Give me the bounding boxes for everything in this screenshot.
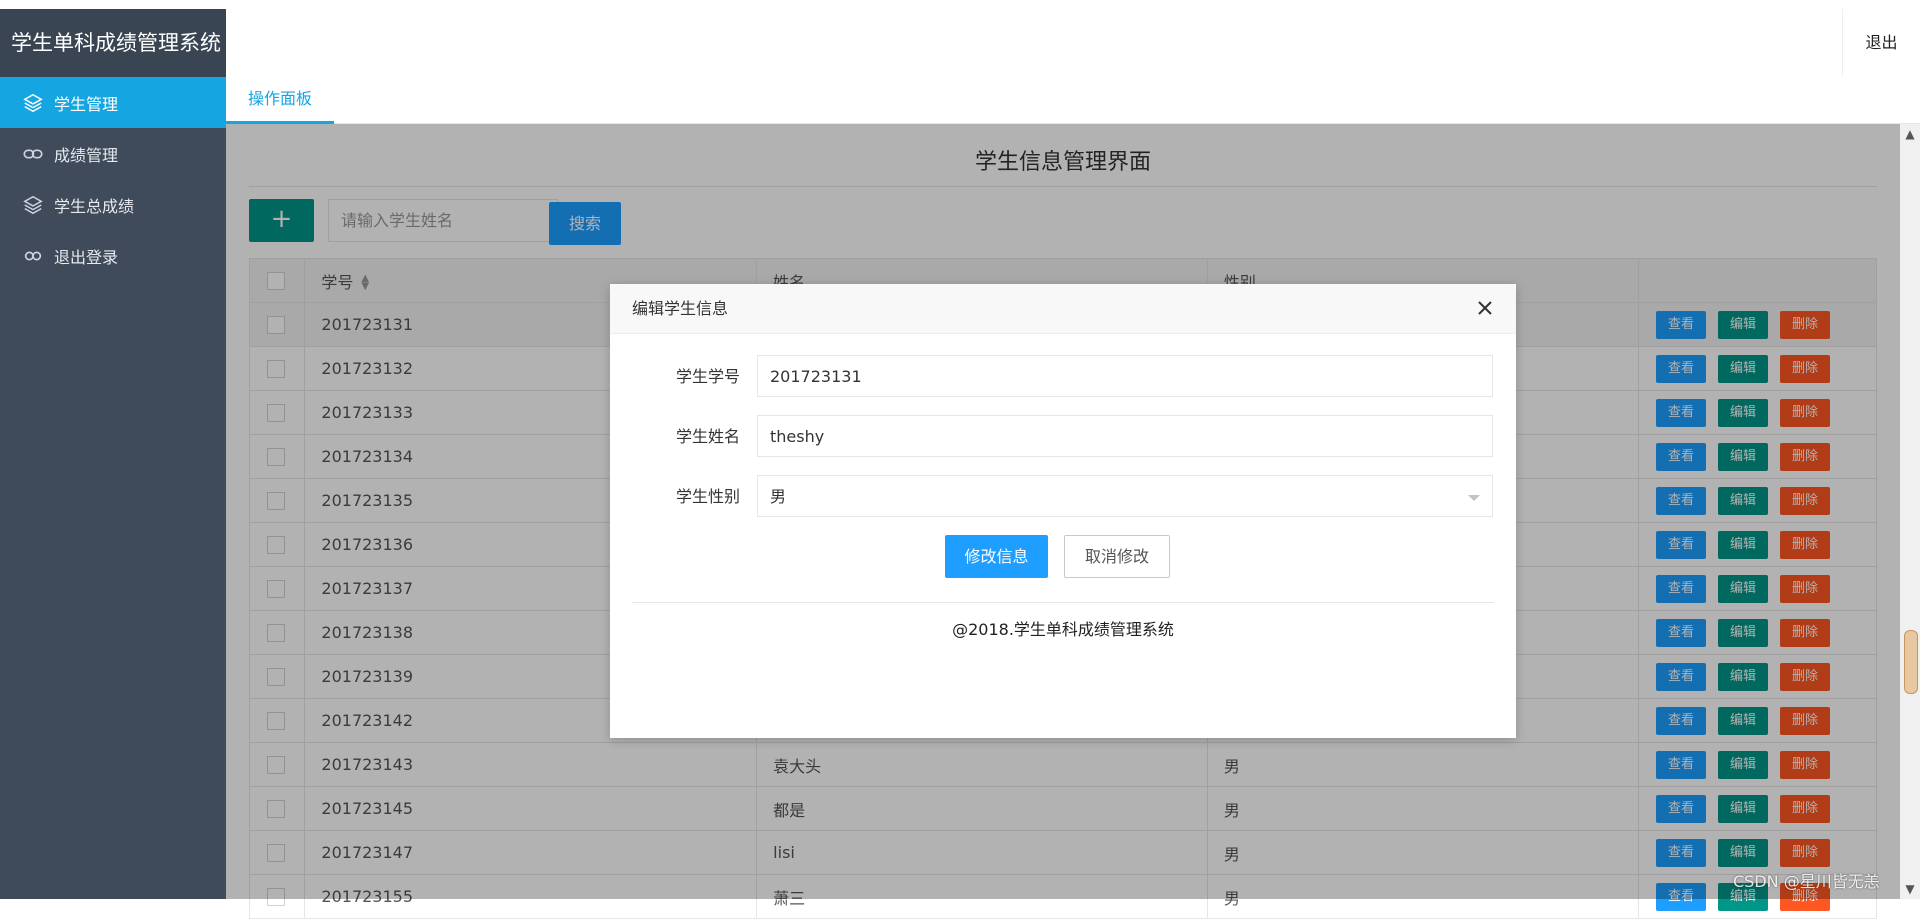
logout-button[interactable]: 退出 [1842, 9, 1920, 77]
scroll-up-arrow-icon[interactable]: ▲ [1900, 124, 1920, 144]
student-id-field[interactable]: 201723131 [757, 355, 1493, 397]
sidebar-item-logout[interactable]: 退出登录 [0, 230, 226, 281]
layers-icon [20, 92, 46, 114]
watermark: CSDN @星川皆无恙 [1733, 872, 1880, 891]
sidebar-item-total-grades[interactable]: 学生总成绩 [0, 179, 226, 230]
student-name-label: 学生姓名 [675, 427, 740, 446]
form-row-sex: 学生性别 男 [610, 475, 1516, 519]
student-id-label: 学生学号 [675, 367, 740, 386]
dialog-header: 编辑学生信息 [610, 284, 1516, 334]
dialog-divider [632, 602, 1494, 603]
close-icon[interactable] [1474, 297, 1496, 319]
logout-link-icon [20, 245, 46, 267]
page-scrollbar[interactable]: ▲ ▼ [1900, 124, 1920, 899]
sidebar-item-label: 退出登录 [54, 247, 119, 267]
form-row-name: 学生姓名 theshy [610, 415, 1516, 459]
layers-icon [20, 194, 46, 216]
student-sex-label: 学生性别 [675, 487, 740, 506]
student-name-field[interactable]: theshy [757, 415, 1493, 457]
sidebar-item-label: 成绩管理 [54, 145, 119, 165]
sidebar-item-grade-management[interactable]: 成绩管理 [0, 128, 226, 179]
save-changes-button[interactable]: 修改信息 [945, 535, 1048, 578]
scrollbar-thumb[interactable] [1904, 630, 1918, 694]
dialog-title: 编辑学生信息 [632, 299, 729, 318]
scroll-down-arrow-icon[interactable]: ▼ [1900, 879, 1920, 899]
sidebar-item-student-management[interactable]: 学生管理 [0, 77, 226, 128]
top-header: 退出 [226, 9, 1920, 78]
student-sex-value: 男 [770, 487, 787, 506]
student-sex-select[interactable]: 男 [757, 475, 1493, 517]
tab-bar: 操作面板 [226, 77, 1920, 124]
chevron-down-icon [1468, 495, 1480, 501]
sidebar-item-label: 学生总成绩 [54, 196, 135, 216]
app-logo-title: 学生单科成绩管理系统 [0, 9, 226, 77]
edit-student-dialog: 编辑学生信息 学生学号 201723131 学生姓名 theshy 学生性别 男… [610, 284, 1516, 738]
dialog-footer-text: @2018.学生单科成绩管理系统 [952, 620, 1174, 639]
link-icon [20, 143, 46, 165]
cancel-button[interactable]: 取消修改 [1064, 535, 1170, 578]
tab-operation-panel[interactable]: 操作面板 [226, 77, 334, 124]
form-row-id: 学生学号 201723131 [610, 355, 1516, 399]
sidebar-item-label: 学生管理 [54, 94, 119, 114]
sidebar: 学生单科成绩管理系统 学生管理 成绩管理 学生总成绩 退出登录 [0, 9, 226, 899]
